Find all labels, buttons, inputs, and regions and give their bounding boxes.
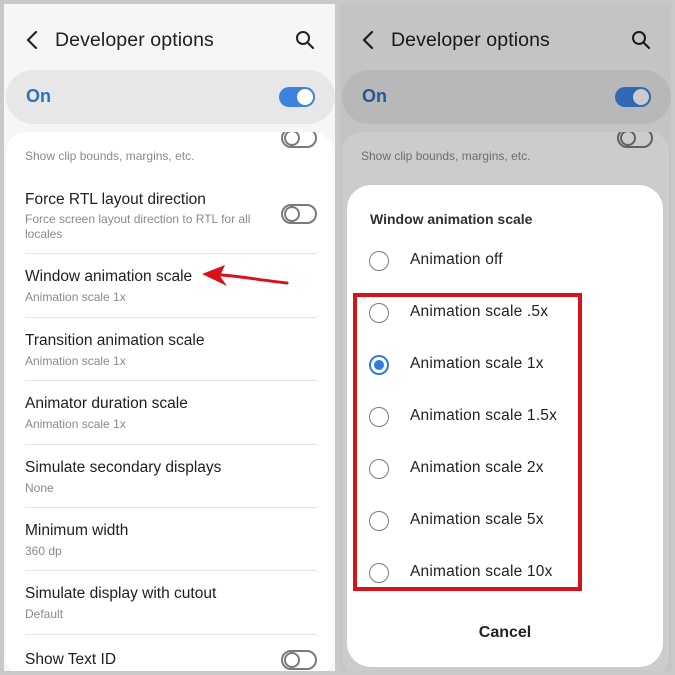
row-subtitle: 360 dp — [25, 544, 62, 558]
master-switch-label: On — [26, 86, 51, 106]
option-animation-off[interactable]: Animation off — [347, 241, 663, 281]
row-title: Simulate secondary displays — [25, 459, 222, 476]
clip-bounds-sub: Show clip bounds, margins, etc. — [25, 149, 195, 163]
row-subtitle: Animation scale 1x — [25, 417, 126, 431]
minimum-width-row[interactable]: Minimum width 360 dp — [6, 508, 333, 571]
clip-bounds-row[interactable]: Show clip bounds, margins, etc. — [6, 132, 333, 172]
force-rtl-toggle[interactable] — [281, 204, 317, 224]
developer-options-master-switch[interactable]: On — [6, 70, 335, 124]
annotation-highlight-box — [353, 293, 582, 591]
annotation-arrow-icon — [202, 265, 289, 286]
search-icon[interactable] — [295, 30, 315, 50]
row-subtitle: Animation scale 1x — [25, 354, 126, 368]
row-subtitle: Force screen layout direction to RTL for… — [25, 212, 251, 241]
row-title: Show Text ID — [25, 651, 117, 668]
clip-bounds-toggle[interactable] — [281, 132, 317, 148]
row-title: Window animation scale — [25, 268, 193, 285]
page-title: Developer options — [55, 29, 214, 51]
app-bar: Developer options — [4, 4, 335, 70]
row-subtitle: Default — [25, 607, 64, 621]
force-rtl-row[interactable]: Force RTL layout direction Force screen … — [6, 177, 333, 249]
dialog-title: Window animation scale — [370, 211, 533, 227]
row-subtitle: Animation scale 1x — [25, 290, 126, 304]
row-title: Animator duration scale — [25, 395, 188, 412]
simulate-secondary-displays-row[interactable]: Simulate secondary displays None — [6, 445, 333, 508]
animator-duration-scale-row[interactable]: Animator duration scale Animation scale … — [6, 381, 333, 444]
option-label: Animation off — [410, 251, 503, 268]
simulate-display-cutout-row[interactable]: Simulate display with cutout Default — [6, 571, 333, 634]
row-title: Transition animation scale — [25, 332, 205, 349]
animation-scale-dialog: Window animation scale Animation off Ani… — [347, 185, 663, 667]
show-text-id-row[interactable]: Show Text ID — [6, 635, 333, 671]
row-subtitle: None — [25, 481, 54, 495]
row-title: Simulate display with cutout — [25, 585, 217, 602]
row-title: Minimum width — [25, 522, 129, 539]
left-screen: Developer options On Show clip bounds, m… — [4, 4, 335, 671]
transition-animation-scale-row[interactable]: Transition animation scale Animation sca… — [6, 318, 333, 381]
cancel-button[interactable]: Cancel — [347, 615, 663, 651]
master-toggle[interactable] — [279, 87, 315, 107]
back-arrow-icon[interactable] — [24, 30, 42, 50]
settings-list: Show clip bounds, margins, etc. Force RT… — [6, 132, 333, 671]
radio-button[interactable] — [369, 251, 389, 271]
show-text-id-toggle[interactable] — [281, 650, 317, 670]
right-screen: Developer options On Show clip bounds, m… — [340, 4, 671, 671]
row-title: Force RTL layout direction — [25, 191, 206, 208]
